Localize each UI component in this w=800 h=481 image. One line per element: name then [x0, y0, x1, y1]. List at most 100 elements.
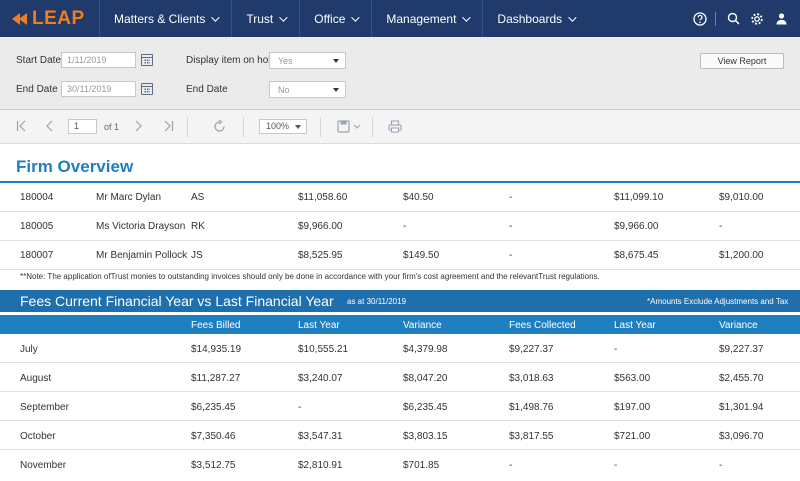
nav-management[interactable]: Management — [372, 0, 484, 37]
value-cell: $2,455.70 — [719, 373, 764, 384]
leap-logo[interactable]: LEAP — [0, 0, 100, 37]
fees-row: July $14,935.19 $10,555.21 $4,379.98 $9,… — [0, 334, 800, 363]
value-cell: $8,675.45 — [614, 250, 659, 261]
column-header: Fees Collected — [509, 320, 576, 331]
display-on-hold-label: Display item on hold — [186, 55, 277, 66]
leap-logo-icon — [10, 10, 28, 28]
value-cell: $721.00 — [614, 431, 651, 442]
refresh-icon[interactable] — [212, 119, 227, 137]
nav-label: Management — [386, 11, 457, 26]
end-date-select-label: End Date — [186, 84, 228, 95]
fees-row: September $6,235.45 - $6,235.45 $1,498.7… — [0, 392, 800, 421]
column-header: Variance — [403, 320, 442, 331]
month-label: July — [20, 344, 38, 355]
dropdown-arrow-icon — [333, 59, 339, 63]
value-cell: $11,287.27 — [191, 373, 241, 384]
toolbar-divider — [320, 117, 321, 137]
search-icon[interactable] — [722, 8, 744, 30]
value-cell: - — [509, 192, 513, 203]
nav-matters-clients[interactable]: Matters & Clients — [100, 0, 233, 37]
value-cell: $3,096.70 — [719, 431, 764, 442]
value-cell: $3,817.55 — [509, 431, 554, 442]
value-cell: $2,810.91 — [298, 460, 343, 471]
matter-number: 180004 — [20, 192, 54, 203]
top-nav: LEAP Matters & Clients Trust Office Mana… — [0, 0, 800, 37]
value-cell: $9,966.00 — [614, 221, 659, 232]
value-cell: $1,301.94 — [719, 402, 764, 413]
month-label: November — [20, 460, 67, 471]
nav-divider — [715, 11, 716, 26]
client-name: Ms Victoria Drayson — [96, 221, 186, 232]
value-cell: $6,235.45 — [191, 402, 236, 413]
fees-amount-note: *Amounts Exclude Adjustments and Tax — [647, 297, 789, 306]
fees-row: August $11,287.27 $3,240.07 $8,047.20 $3… — [0, 363, 800, 392]
value-cell: $11,099.10 — [614, 192, 664, 203]
chevron-down-icon — [279, 12, 288, 22]
value-cell: $3,512.75 — [191, 460, 236, 471]
start-date-label: Start Date — [16, 55, 62, 66]
chevron-down-icon — [462, 12, 472, 22]
value-cell: $3,547.31 — [298, 431, 343, 442]
month-label: October — [20, 431, 56, 442]
value-cell: $1,200.00 — [719, 250, 764, 261]
chevron-down-icon — [211, 12, 221, 22]
column-header: Last Year — [614, 320, 656, 331]
nav-label: Dashboards — [497, 11, 563, 26]
logo-text: LEAP — [32, 7, 85, 29]
calendar-icon[interactable] — [141, 83, 153, 95]
value-cell: $9,227.37 — [509, 344, 554, 355]
value-cell: - — [298, 402, 302, 413]
nav-label: Trust — [246, 11, 274, 26]
user-icon[interactable] — [770, 8, 792, 30]
prev-page-icon[interactable] — [45, 119, 55, 136]
value-cell: $701.85 — [403, 460, 440, 471]
view-report-button[interactable]: View Report — [700, 53, 784, 69]
dropdown-arrow-icon — [295, 125, 301, 129]
zoom-select[interactable]: 100% — [259, 119, 307, 134]
calendar-icon[interactable] — [141, 54, 153, 66]
value-cell: $9,966.00 — [298, 221, 343, 232]
fees-section-header: Fees Current Financial Year vs Last Fina… — [0, 290, 800, 312]
nav-trust[interactable]: Trust — [232, 0, 301, 37]
report-title: Firm Overview — [16, 157, 134, 176]
value-cell: $197.00 — [614, 402, 651, 413]
print-icon[interactable] — [388, 120, 402, 136]
save-icon[interactable] — [337, 120, 361, 136]
overview-row: 180004 Mr Marc Dylan AS $11,058.60 $40.5… — [0, 183, 800, 212]
value-cell: - — [614, 460, 618, 471]
value-cell: $8,525.95 — [298, 250, 343, 261]
value-cell: $14,935.19 — [191, 344, 242, 355]
select-value: Yes — [278, 56, 293, 66]
last-page-icon[interactable] — [162, 119, 174, 136]
value-cell: - — [719, 460, 723, 471]
value-cell: $9,010.00 — [719, 192, 764, 203]
zoom-value: 100% — [266, 121, 290, 131]
fees-column-header: Fees Billed Last Year Variance Fees Coll… — [0, 315, 800, 334]
first-page-icon[interactable] — [16, 119, 28, 136]
toolbar-divider — [243, 117, 244, 137]
overview-row: 180007 Mr Benjamin Pollock JS $8,525.95 … — [0, 241, 800, 270]
nav-office[interactable]: Office — [300, 0, 373, 37]
nav-label: Matters & Clients — [114, 11, 206, 26]
end-date-input[interactable]: 30/11/2019 — [61, 81, 136, 97]
value-cell: $11,058.60 — [298, 192, 348, 203]
value-cell: $10,555.21 — [298, 344, 349, 355]
value-cell: - — [509, 221, 513, 232]
value-cell: $8,047.20 — [403, 373, 448, 384]
end-date-select[interactable]: No — [269, 81, 346, 98]
column-header: Variance — [719, 320, 758, 331]
gear-icon[interactable] — [746, 8, 768, 30]
help-icon[interactable] — [689, 8, 711, 30]
display-on-hold-select[interactable]: Yes — [269, 52, 346, 69]
month-label: August — [20, 373, 52, 384]
page-number-input[interactable]: 1 — [68, 119, 97, 134]
value-cell: $9,227.37 — [719, 344, 764, 355]
end-date-label: End Date — [16, 84, 58, 95]
client-name: Mr Benjamin Pollock — [96, 250, 188, 261]
value-cell: - — [719, 221, 723, 232]
start-date-input[interactable]: 1/11/2019 — [61, 52, 136, 68]
next-page-icon[interactable] — [133, 119, 143, 136]
value-cell: $1,498.76 — [509, 402, 554, 413]
staff-initials: JS — [191, 250, 203, 261]
nav-dashboards[interactable]: Dashboards — [483, 0, 588, 37]
